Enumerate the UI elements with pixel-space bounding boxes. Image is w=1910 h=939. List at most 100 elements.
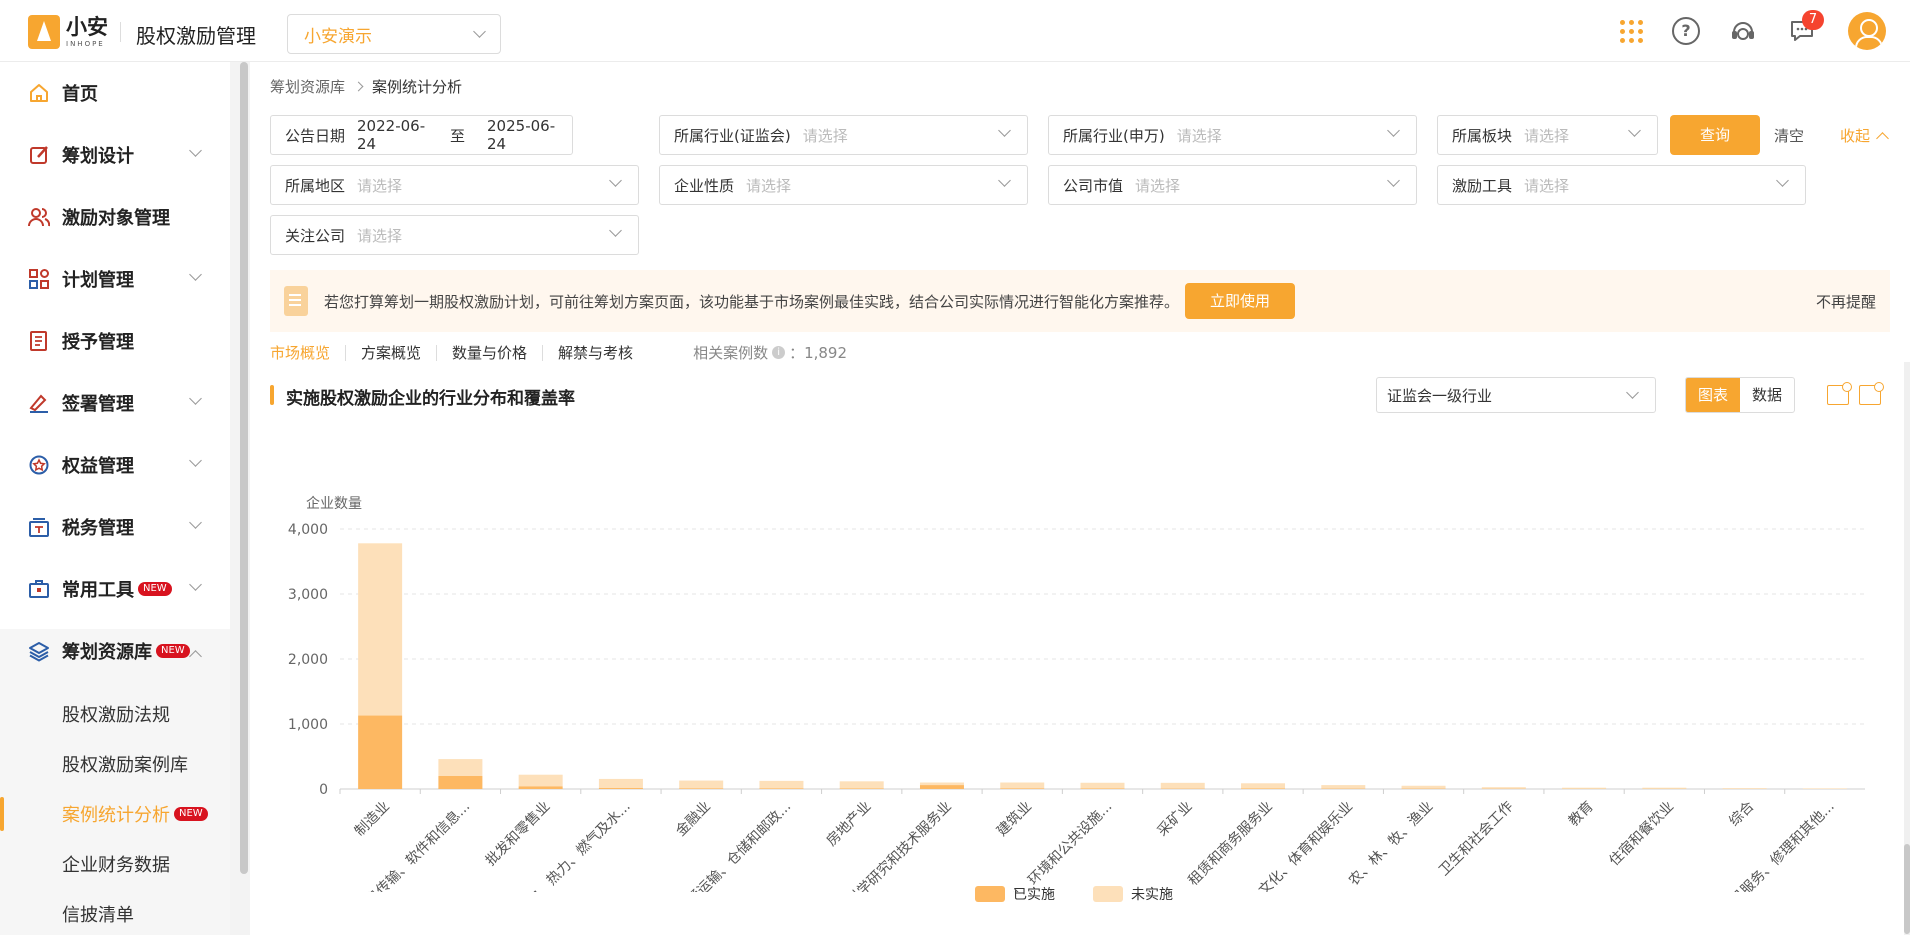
analysis-tabs: 市场概览 方案概览 数量与价格 解禁与考核 相关案例数 i ：1,892 [270, 342, 847, 363]
toolbox-icon [28, 578, 50, 600]
filter-label: 所属地区 [285, 175, 345, 196]
logo[interactable]: 小安 INHOPE [28, 15, 108, 49]
sidebar-subitem-case-library[interactable]: 股权激励案例库 [0, 739, 230, 789]
sidebar-item-tax-management[interactable]: 税务管理 [0, 499, 230, 555]
clear-button[interactable]: 清空 [1774, 125, 1804, 146]
date-from[interactable]: 2022-06-24 [357, 117, 428, 153]
customer-service-icon[interactable] [1729, 17, 1757, 45]
board-select[interactable]: 所属板块 请选择 [1437, 115, 1658, 155]
bar-implemented [438, 776, 482, 789]
y-tick-label: 2,000 [288, 652, 328, 668]
select-placeholder: 请选择 [1177, 125, 1402, 146]
bar-not-implemented [1803, 788, 1847, 789]
date-to[interactable]: 2025-06-24 [487, 117, 558, 153]
breadcrumb-link[interactable]: 筹划资源库 [270, 76, 345, 97]
legend-item-not-implemented[interactable]: 未实施 [1093, 884, 1173, 904]
layers-icon [28, 640, 50, 662]
bar-implemented [759, 788, 803, 789]
industry-csrc-select[interactable]: 所属行业(证监会) 请选择 [659, 115, 1028, 155]
logo-subtext: INHOPE [66, 41, 108, 48]
industry-level-select[interactable]: 证监会一级行业 [1376, 377, 1656, 413]
sidebar-subitem-disclosure-list[interactable]: 信披清单 [0, 889, 230, 939]
company-select-value: 小安演示 [304, 22, 372, 47]
export-image-icon[interactable] [1859, 385, 1881, 405]
user-avatar[interactable] [1848, 12, 1886, 50]
tab-quantity-price[interactable]: 数量与价格 [437, 345, 543, 361]
legend-label: 已实施 [1013, 884, 1055, 904]
bar-implemented [599, 788, 643, 789]
bar-not-implemented [1161, 783, 1205, 789]
filter-label: 关注公司 [285, 225, 345, 246]
x-tick-label: 农、林、牧、渔业 [1346, 799, 1437, 890]
tab-unlock-assessment[interactable]: 解禁与考核 [543, 345, 648, 361]
bar-not-implemented [1402, 786, 1446, 789]
main-scrollbar[interactable] [1904, 844, 1910, 934]
x-tick-label: 批发和零售业 [483, 799, 554, 870]
sidebar-item-plan-management[interactable]: 计划管理 [0, 251, 230, 307]
sidebar-item-label: 权益管理 [62, 452, 134, 478]
sidebar-item-home[interactable]: 首页 [0, 65, 230, 121]
follow-company-select[interactable]: 关注公司 请选择 [270, 215, 639, 255]
y-tick-label: 1,000 [288, 717, 328, 733]
collapse-button[interactable]: 收起 [1840, 125, 1887, 146]
bar-implemented [920, 785, 964, 789]
sidebar-subitem-label: 股权激励法规 [62, 701, 170, 727]
sidebar-item-sign-management[interactable]: 签署管理 [0, 375, 230, 431]
bar-not-implemented [679, 781, 723, 789]
x-tick-label: 制造业 [352, 799, 393, 840]
case-count: 相关案例数 i ：1,892 [693, 342, 847, 363]
tab-market-overview[interactable]: 市场概览 [270, 345, 346, 361]
export-excel-icon[interactable] [1827, 385, 1849, 405]
sidebar-item-label: 税务管理 [62, 514, 134, 540]
main-content: 筹划资源库 案例统计分析 公告日期 2022-06-24 至 2025-06-2… [250, 62, 1910, 935]
section-title: 实施股权激励企业的行业分布和覆盖率 [286, 384, 575, 409]
apps-grid-icon[interactable] [1617, 17, 1645, 45]
sidebar-item-planning[interactable]: 筹划设计 [0, 127, 230, 183]
company-select[interactable]: 小安演示 [287, 14, 501, 54]
sidebar-subitem-label: 企业财务数据 [62, 851, 170, 877]
select-placeholder: 请选择 [803, 125, 1013, 146]
toggle-data-button[interactable]: 数据 [1740, 378, 1794, 412]
x-tick-label: 采矿业 [1155, 799, 1196, 840]
sidebar-subitem-financial-data[interactable]: 企业财务数据 [0, 839, 230, 889]
y-tick-label: 0 [319, 782, 328, 798]
sidebar-scrollbar[interactable] [240, 62, 248, 874]
legend-item-implemented[interactable]: 已实施 [975, 884, 1055, 904]
sidebar-item-grant-management[interactable]: 授予管理 [0, 313, 230, 369]
use-now-button[interactable]: 立即使用 [1185, 283, 1295, 319]
region-select[interactable]: 所属地区 请选择 [270, 165, 639, 205]
dismiss-notice-link[interactable]: 不再提醒 [1816, 291, 1876, 312]
sidebar-item-common-tools[interactable]: 常用工具 NEW [0, 561, 230, 617]
select-placeholder: 请选择 [1524, 125, 1643, 146]
info-icon[interactable]: i [772, 346, 785, 359]
sidebar-item-incentive-targets[interactable]: 激励对象管理 [0, 189, 230, 245]
sidebar-item-label: 首页 [62, 80, 98, 106]
query-button[interactable]: 查询 [1670, 115, 1760, 155]
date-range-picker[interactable]: 公告日期 2022-06-24 至 2025-06-24 [270, 115, 573, 155]
home-icon [28, 82, 50, 104]
y-axis-label: 企业数量 [306, 495, 362, 512]
bar-not-implemented [1723, 788, 1767, 789]
sidebar-subitem-case-statistics[interactable]: 案例统计分析 NEW [0, 789, 230, 839]
sidebar-item-equity-management[interactable]: 权益管理 [0, 437, 230, 493]
select-placeholder: 请选择 [1524, 175, 1791, 196]
sidebar-item-resource-library[interactable]: 筹划资源库 NEW [0, 623, 230, 679]
industry-sw-select[interactable]: 所属行业(申万) 请选择 [1048, 115, 1417, 155]
filter-label: 激励工具 [1452, 175, 1512, 196]
bar-not-implemented [1562, 788, 1606, 789]
select-placeholder: 请选择 [357, 225, 624, 246]
sidebar-subitem-regulations[interactable]: 股权激励法规 [0, 689, 230, 739]
y-tick-label: 3,000 [288, 587, 328, 603]
chevron-down-icon [189, 516, 202, 529]
toggle-chart-button[interactable]: 图表 [1686, 378, 1740, 412]
tab-plan-overview[interactable]: 方案概览 [346, 345, 437, 361]
message-count-badge: 7 [1802, 10, 1824, 30]
filter-label: 所属行业(申万) [1063, 125, 1165, 146]
incentive-tool-select[interactable]: 激励工具 请选择 [1437, 165, 1806, 205]
x-tick-label: 建筑业 [994, 799, 1035, 840]
market-cap-select[interactable]: 公司市值 请选择 [1048, 165, 1417, 205]
help-icon[interactable]: ? [1672, 17, 1700, 45]
view-toggle: 图表 数据 [1685, 377, 1795, 413]
new-badge: NEW [138, 582, 172, 596]
nature-select[interactable]: 企业性质 请选择 [659, 165, 1028, 205]
